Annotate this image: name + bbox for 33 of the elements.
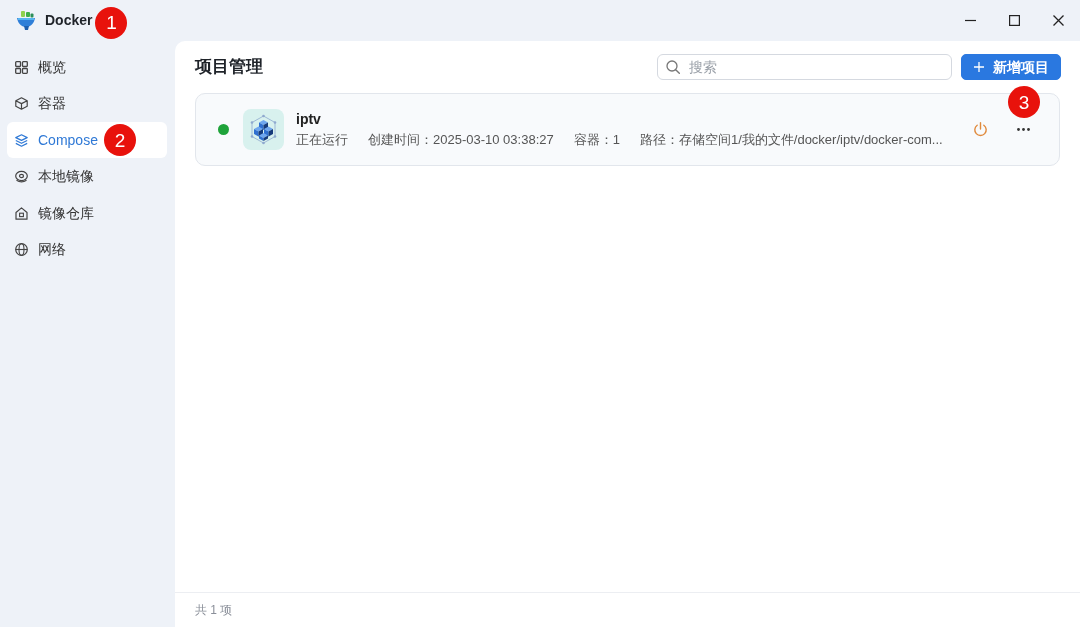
more-icon [1016,128,1030,131]
close-icon [1052,15,1064,26]
maximize-icon [1008,15,1020,26]
container-count: 容器：1 [573,131,620,149]
page-title: 项目管理 [195,56,263,79]
window-title: Docker [45,11,93,30]
project-path: 路径：存储空间1/我的文件/docker/iptv/docker-com... [639,131,943,149]
grid-icon [15,60,28,74]
sidebar-item[interactable]: 网络 [7,231,167,268]
numbered-callout: 2 [103,124,136,156]
disc-icon [15,170,28,183]
globe-icon [15,243,28,256]
layers-icon [15,133,28,147]
search-field[interactable]: 搜索 [657,54,952,80]
plus-icon [973,62,984,72]
item-count: 共 1 项 [195,602,233,619]
sidebar-item[interactable]: 镜像仓库 [7,195,167,231]
cube-icon [15,97,28,110]
created-time: 创建时间：2025-03-10 03:38:27 [368,131,554,149]
add-project-button[interactable]: 新增项目 [961,54,1061,80]
home-icon [15,206,28,220]
numbered-callout: 1 [95,6,128,39]
project-status: 正在运行 [296,131,348,149]
sidebar-item[interactable]: 概览 [7,49,167,85]
search-icon [666,60,680,74]
sidebar-item[interactable]: 容器 [7,85,167,122]
sidebar-item[interactable]: 本地镜像 [7,158,167,195]
sidebar-item[interactable]: Compose 2 [7,122,167,158]
app-logo-icon [17,11,35,30]
project-name: iptv [296,110,322,128]
cubes-icon [243,109,284,150]
power-icon [972,122,988,137]
numbered-callout: 3 [1008,86,1040,118]
